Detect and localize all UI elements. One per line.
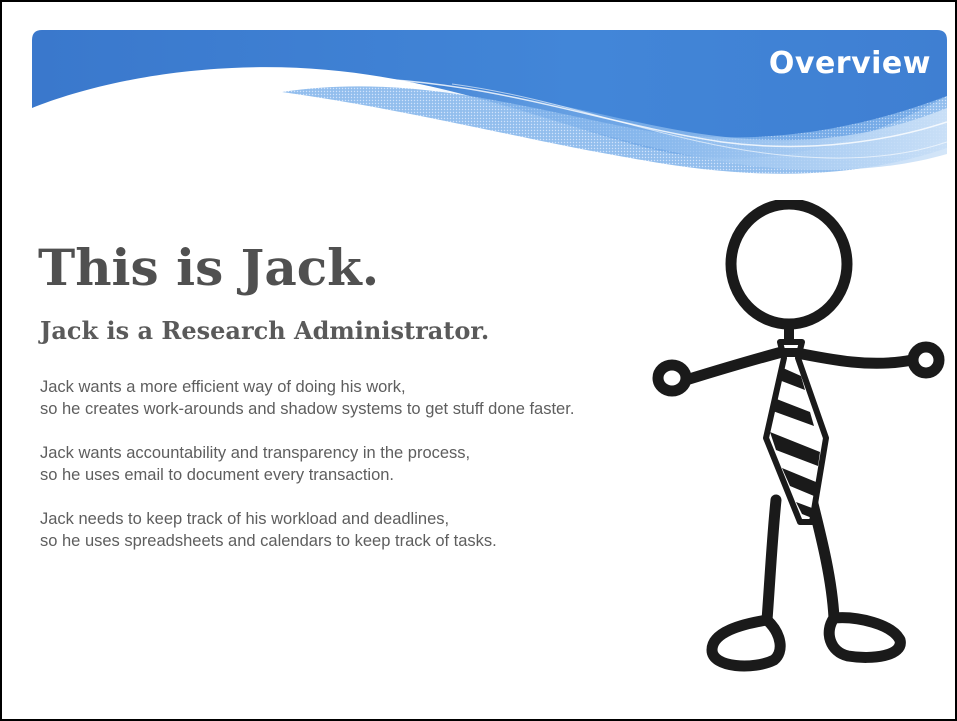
paragraph-line: so he creates work-arounds and shadow sy… [40,400,575,418]
paragraph-line: so he uses spreadsheets and calendars to… [40,532,497,550]
slide-section-title: Overview [768,46,931,81]
paragraph-line: so he uses email to document every trans… [40,466,395,484]
paragraph-accountability: Jack wants accountability and transparen… [40,442,720,486]
paragraph-line: Jack wants a more efficient way of doing… [40,378,406,396]
slide: Overview This is Jack. Jack is a Researc… [0,0,957,721]
paragraph-efficiency: Jack wants a more efficient way of doing… [40,376,720,420]
stick-figure-icon [652,200,945,672]
paragraph-line: Jack needs to keep track of his workload… [40,510,450,528]
title-banner: Overview [32,30,947,190]
slide-subheading: Jack is a Research Administrator. [40,316,490,345]
paragraph-workload: Jack needs to keep track of his workload… [40,508,720,552]
slide-heading: This is Jack. [38,238,380,297]
body-text: Jack wants a more efficient way of doing… [40,376,720,574]
paragraph-line: Jack wants accountability and transparen… [40,444,471,462]
stick-figure-illustration [642,200,947,690]
